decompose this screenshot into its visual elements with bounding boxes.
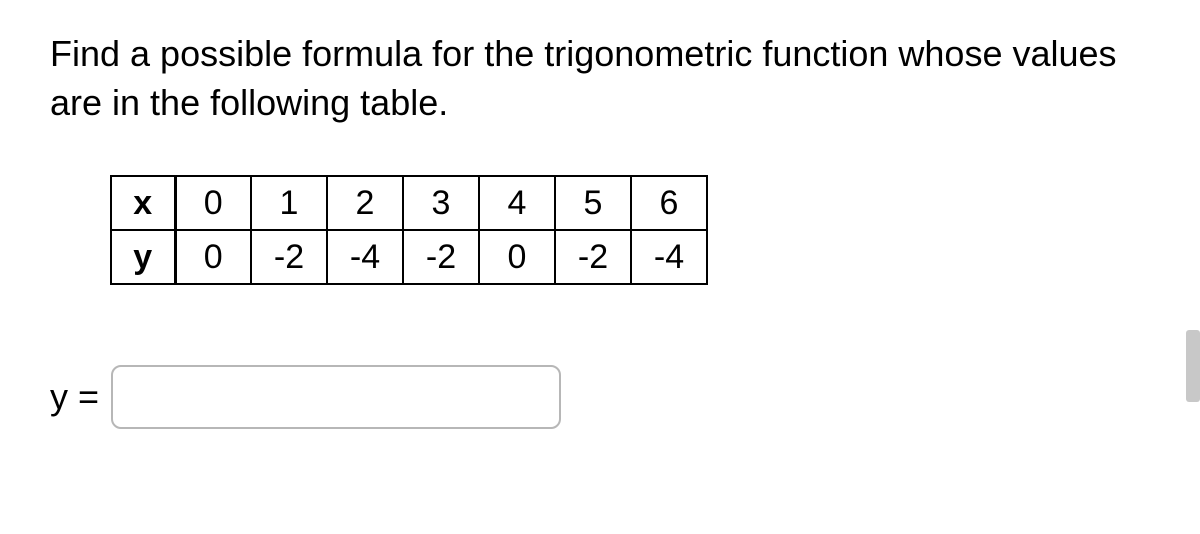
data-table-wrapper: x 0 1 2 3 4 5 6 y 0 -2 -4 -2 0 -2 -4 (110, 175, 1150, 285)
table-row: x 0 1 2 3 4 5 6 (111, 176, 707, 230)
table-cell: 0 (175, 230, 251, 284)
data-table: x 0 1 2 3 4 5 6 y 0 -2 -4 -2 0 -2 -4 (110, 175, 708, 285)
table-cell: -4 (631, 230, 707, 284)
row-header-x: x (111, 176, 175, 230)
table-cell: 0 (479, 230, 555, 284)
answer-label: y = (50, 376, 99, 418)
table-cell: 3 (403, 176, 479, 230)
table-cell: -4 (327, 230, 403, 284)
answer-row: y = (50, 365, 1150, 429)
table-row: y 0 -2 -4 -2 0 -2 -4 (111, 230, 707, 284)
question-prompt: Find a possible formula for the trigonom… (50, 30, 1150, 127)
table-cell: -2 (403, 230, 479, 284)
table-cell: -2 (251, 230, 327, 284)
row-header-y: y (111, 230, 175, 284)
table-cell: -2 (555, 230, 631, 284)
scrollbar-thumb[interactable] (1186, 330, 1200, 402)
answer-input[interactable] (111, 365, 561, 429)
table-cell: 5 (555, 176, 631, 230)
table-cell: 6 (631, 176, 707, 230)
table-cell: 0 (175, 176, 251, 230)
table-cell: 1 (251, 176, 327, 230)
table-cell: 2 (327, 176, 403, 230)
table-cell: 4 (479, 176, 555, 230)
